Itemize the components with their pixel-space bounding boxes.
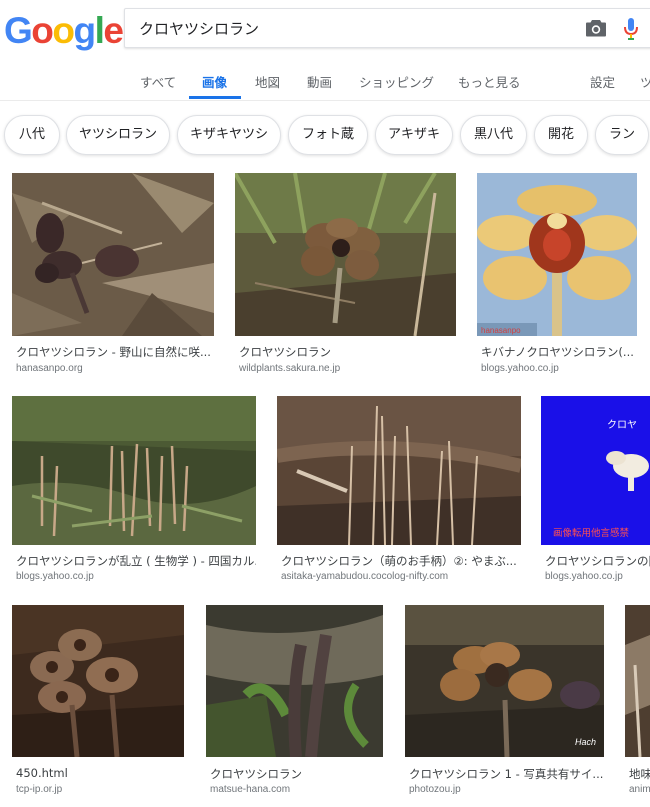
search-box — [124, 8, 650, 48]
logo-letter-g2: g — [73, 10, 97, 51]
image-result[interactable]: hanasanpo キバナノクロヤツシロラン(... blogs.yahoo.c… — [477, 173, 637, 377]
logo-letter-g: G — [4, 10, 33, 51]
result-thumbnail[interactable] — [12, 396, 256, 545]
result-caption[interactable]: クロヤツシロランの開 — [545, 553, 650, 569]
search-tabs: すべて 画像 地図 動画 ショッピング もっと見る 設定 ツ — [0, 66, 650, 100]
result-source: blogs.yahoo.co.jp — [16, 571, 94, 582]
logo-letter-e: e — [103, 10, 124, 51]
active-tab-indicator — [189, 96, 241, 99]
result-source: photozou.jp — [409, 784, 461, 795]
logo-letter-l: l — [94, 10, 105, 51]
chip-ran[interactable]: ラン — [595, 115, 649, 155]
tab-maps[interactable]: 地図 — [255, 72, 280, 91]
camera-icon[interactable] — [585, 18, 607, 38]
result-thumbnail[interactable] — [12, 605, 184, 757]
logo-letter-o2: o — [52, 10, 75, 51]
result-caption[interactable]: キバナノクロヤツシロラン(... — [481, 344, 637, 360]
image-result[interactable]: クロヤツシロラン matsue-hana.com — [206, 605, 383, 805]
watermark-text: Hach — [575, 737, 596, 747]
result-caption[interactable]: クロヤツシロランが乱立 ( 生物学 ) - 四国カル... — [16, 553, 256, 569]
image-result[interactable]: Hach クロヤツシロラン 1 - 写真共有サイ... photozou.jp — [405, 605, 604, 805]
microphone-icon[interactable] — [623, 17, 639, 41]
result-source: blogs.yahoo.co.jp — [545, 571, 623, 582]
result-source: wildplants.sakura.ne.jp — [239, 363, 341, 374]
image-result[interactable]: 地味 anim — [625, 605, 650, 805]
image-result[interactable]: クロヤツシロランが乱立 ( 生物学 ) - 四国カル... blogs.yaho… — [12, 396, 256, 586]
chip-akizaki[interactable]: アキザキ — [375, 115, 453, 155]
result-caption[interactable]: クロヤツシロラン — [239, 344, 453, 360]
result-source: anim — [629, 784, 650, 795]
result-thumbnail[interactable]: hanasanpo — [477, 173, 637, 336]
result-thumbnail[interactable]: クロヤ 画像転用他言感禁 — [541, 396, 650, 545]
result-source: matsue-hana.com — [210, 784, 291, 795]
result-thumbnail[interactable] — [12, 173, 214, 336]
chip-yatsushiro[interactable]: 八代 — [4, 115, 60, 155]
image-result[interactable]: クロヤ 画像転用他言感禁 クロヤツシロランの開 blogs.yahoo.co.j… — [541, 396, 650, 586]
result-source: tcp-ip.or.jp — [16, 784, 63, 795]
result-source: blogs.yahoo.co.jp — [481, 363, 559, 374]
image-result[interactable]: クロヤツシロラン（萌のお手柄）②: やまぶ... asitaka-yamabud… — [277, 396, 521, 586]
tab-more[interactable]: もっと見る — [458, 72, 521, 91]
result-thumbnail[interactable] — [625, 605, 650, 757]
tab-videos[interactable]: 動画 — [307, 72, 332, 91]
tab-settings[interactable]: 設定 — [590, 72, 615, 91]
header-divider — [0, 100, 650, 101]
chip-yatsushiroran[interactable]: ヤツシロラン — [66, 115, 170, 155]
logo-letter-o1: o — [31, 10, 54, 51]
overlay-text: 画像転用他言感禁 — [553, 527, 630, 539]
result-thumbnail[interactable]: Hach — [405, 605, 604, 757]
chip-fotozou[interactable]: フォト蔵 — [288, 115, 368, 155]
result-caption[interactable]: 450.html — [16, 766, 184, 780]
result-source: asitaka-yamabudou.cocolog-nifty.com — [281, 571, 449, 582]
tab-tools[interactable]: ツ — [640, 72, 650, 91]
chip-kuroyatsushiro[interactable]: 黒八代 — [460, 115, 527, 155]
watermark-text: hanasanpo — [481, 326, 521, 335]
result-caption[interactable]: クロヤツシロラン — [210, 766, 383, 782]
chip-kaika[interactable]: 開花 — [534, 115, 588, 155]
image-result[interactable]: 450.html tcp-ip.or.jp — [12, 605, 184, 805]
tab-images[interactable]: 画像 — [202, 72, 227, 91]
result-caption[interactable]: 地味 — [629, 766, 650, 782]
result-thumbnail[interactable] — [277, 396, 521, 545]
image-result[interactable]: クロヤツシロラン wildplants.sakura.ne.jp — [235, 173, 456, 377]
result-thumbnail[interactable] — [235, 173, 456, 336]
tab-shopping[interactable]: ショッピング — [359, 72, 434, 91]
search-input[interactable] — [139, 16, 559, 40]
result-caption[interactable]: クロヤツシロラン（萌のお手柄）②: やまぶ... — [281, 553, 521, 569]
result-caption[interactable]: クロヤツシロラン 1 - 写真共有サイ... — [409, 766, 604, 782]
tab-all[interactable]: すべて — [140, 72, 176, 91]
overlay-text: クロヤ — [607, 419, 637, 431]
result-source: hanasanpo.org — [16, 363, 83, 374]
image-result[interactable]: クロヤツシロラン - 野山に自然に咲... hanasanpo.org — [12, 173, 214, 377]
chip-kizakiyatsushi[interactable]: キザキヤツシ — [177, 115, 281, 155]
result-thumbnail[interactable] — [206, 605, 383, 757]
google-logo[interactable]: Google — [4, 10, 124, 52]
result-caption[interactable]: クロヤツシロラン - 野山に自然に咲... — [16, 344, 211, 360]
